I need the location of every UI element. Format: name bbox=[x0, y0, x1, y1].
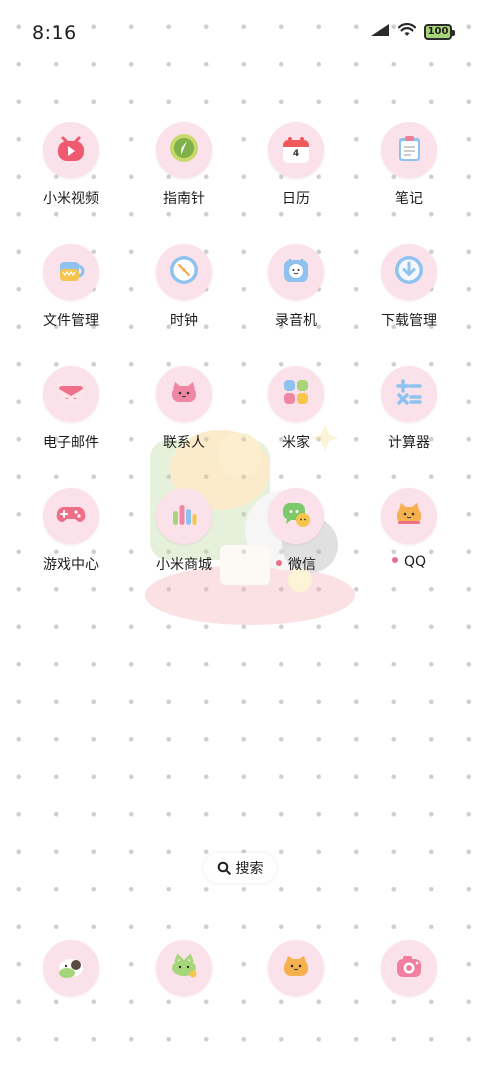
signal-icon bbox=[370, 22, 390, 41]
gamepad-icon bbox=[54, 497, 88, 535]
battery-level: 100 bbox=[427, 25, 449, 37]
app-icon-bg bbox=[156, 122, 212, 178]
app-icon-bg: 4 bbox=[268, 122, 324, 178]
app-label: 微信 bbox=[241, 554, 351, 574]
app-icon-bg bbox=[381, 122, 437, 178]
app-contacts[interactable]: 联系人 bbox=[129, 366, 239, 476]
app-icon-bg bbox=[43, 366, 99, 422]
status-time: 8:16 bbox=[32, 22, 77, 44]
wechat-icon bbox=[279, 497, 313, 535]
clock-icon bbox=[167, 253, 201, 291]
status-icons: 100 bbox=[370, 22, 455, 41]
app-icon-bg bbox=[43, 244, 99, 300]
app-label: 日历 bbox=[282, 191, 310, 207]
download-icon bbox=[392, 253, 426, 291]
dock-phone[interactable] bbox=[16, 940, 126, 1000]
app-download-manager[interactable]: 下载管理 bbox=[354, 244, 464, 354]
app-icon-bg bbox=[156, 940, 212, 996]
app-label: 文件管理 bbox=[43, 313, 99, 329]
app-label-text: QQ bbox=[403, 554, 427, 570]
mijia-icon bbox=[280, 376, 312, 412]
calendar-icon: 4 bbox=[280, 134, 312, 166]
app-label: 下载管理 bbox=[381, 313, 437, 329]
compass-icon bbox=[167, 131, 201, 169]
app-label: 时钟 bbox=[170, 313, 198, 329]
qq-icon bbox=[392, 497, 426, 535]
notification-dot bbox=[276, 560, 282, 566]
calculator-icon bbox=[393, 376, 425, 412]
app-label: 小米商城 bbox=[156, 557, 212, 573]
dock-browser[interactable] bbox=[241, 940, 351, 1000]
app-icon-bg bbox=[268, 366, 324, 422]
app-icon-bg bbox=[381, 488, 437, 544]
app-file-manager[interactable]: 文件管理 bbox=[16, 244, 126, 354]
app-label: 笔记 bbox=[395, 191, 423, 207]
app-xiaomi-store[interactable]: 小米商城 bbox=[129, 488, 239, 598]
contacts-icon bbox=[167, 375, 201, 413]
app-icon-bg bbox=[268, 488, 324, 544]
app-xiaomi-video[interactable]: 小米视频 bbox=[16, 122, 126, 232]
store-icon bbox=[167, 497, 201, 535]
mail-icon bbox=[54, 375, 88, 413]
messages-icon bbox=[167, 949, 201, 987]
app-icon-bg bbox=[156, 244, 212, 300]
camera-icon bbox=[392, 949, 426, 987]
app-icon-bg bbox=[156, 488, 212, 544]
app-label-text: 微信 bbox=[288, 557, 316, 573]
app-wechat[interactable]: 微信 bbox=[241, 488, 351, 598]
folder-icon bbox=[54, 253, 88, 291]
app-label: 录音机 bbox=[275, 313, 317, 329]
app-label: 电子邮件 bbox=[43, 435, 99, 451]
phone-icon bbox=[54, 949, 88, 987]
app-icon-bg bbox=[268, 940, 324, 996]
app-label: 指南针 bbox=[163, 191, 205, 207]
app-label: 联系人 bbox=[163, 435, 205, 451]
dock-messages[interactable] bbox=[129, 940, 239, 1000]
app-label: 小米视频 bbox=[43, 191, 99, 207]
app-notes[interactable]: 笔记 bbox=[354, 122, 464, 232]
app-calendar[interactable]: 4 日历 bbox=[241, 122, 351, 232]
app-icon-bg bbox=[43, 122, 99, 178]
search-icon bbox=[217, 861, 231, 875]
app-mijia[interactable]: 米家 bbox=[241, 366, 351, 476]
recorder-icon bbox=[279, 253, 313, 291]
app-qq[interactable]: QQ bbox=[354, 488, 464, 598]
video-icon bbox=[54, 131, 88, 169]
app-compass[interactable]: 指南针 bbox=[129, 122, 239, 232]
app-icon-bg bbox=[156, 366, 212, 422]
app-label: 游戏中心 bbox=[43, 557, 99, 573]
notes-icon bbox=[393, 132, 425, 168]
app-game-center[interactable]: 游戏中心 bbox=[16, 488, 126, 598]
search-label: 搜索 bbox=[235, 861, 264, 877]
app-email[interactable]: 电子邮件 bbox=[16, 366, 126, 476]
search-button[interactable]: 搜索 bbox=[204, 853, 276, 883]
app-label: 米家 bbox=[282, 435, 310, 451]
app-label: 计算器 bbox=[388, 435, 430, 451]
app-icon-bg bbox=[381, 940, 437, 996]
dock-camera[interactable] bbox=[354, 940, 464, 1000]
app-icon-bg bbox=[268, 244, 324, 300]
browser-icon bbox=[279, 949, 313, 987]
app-icon-bg bbox=[43, 488, 99, 544]
app-clock[interactable]: 时钟 bbox=[129, 244, 239, 354]
app-icon-bg bbox=[43, 940, 99, 996]
status-bar: 8:16 100 bbox=[0, 0, 480, 70]
app-recorder[interactable]: 录音机 bbox=[241, 244, 351, 354]
app-icon-bg bbox=[381, 244, 437, 300]
battery-icon: 100 bbox=[424, 23, 455, 40]
wifi-icon bbox=[397, 22, 417, 41]
app-label: QQ bbox=[354, 554, 464, 570]
calendar-day: 4 bbox=[292, 149, 300, 159]
app-icon-bg bbox=[381, 366, 437, 422]
app-calculator[interactable]: 计算器 bbox=[354, 366, 464, 476]
notification-dot bbox=[391, 557, 398, 563]
